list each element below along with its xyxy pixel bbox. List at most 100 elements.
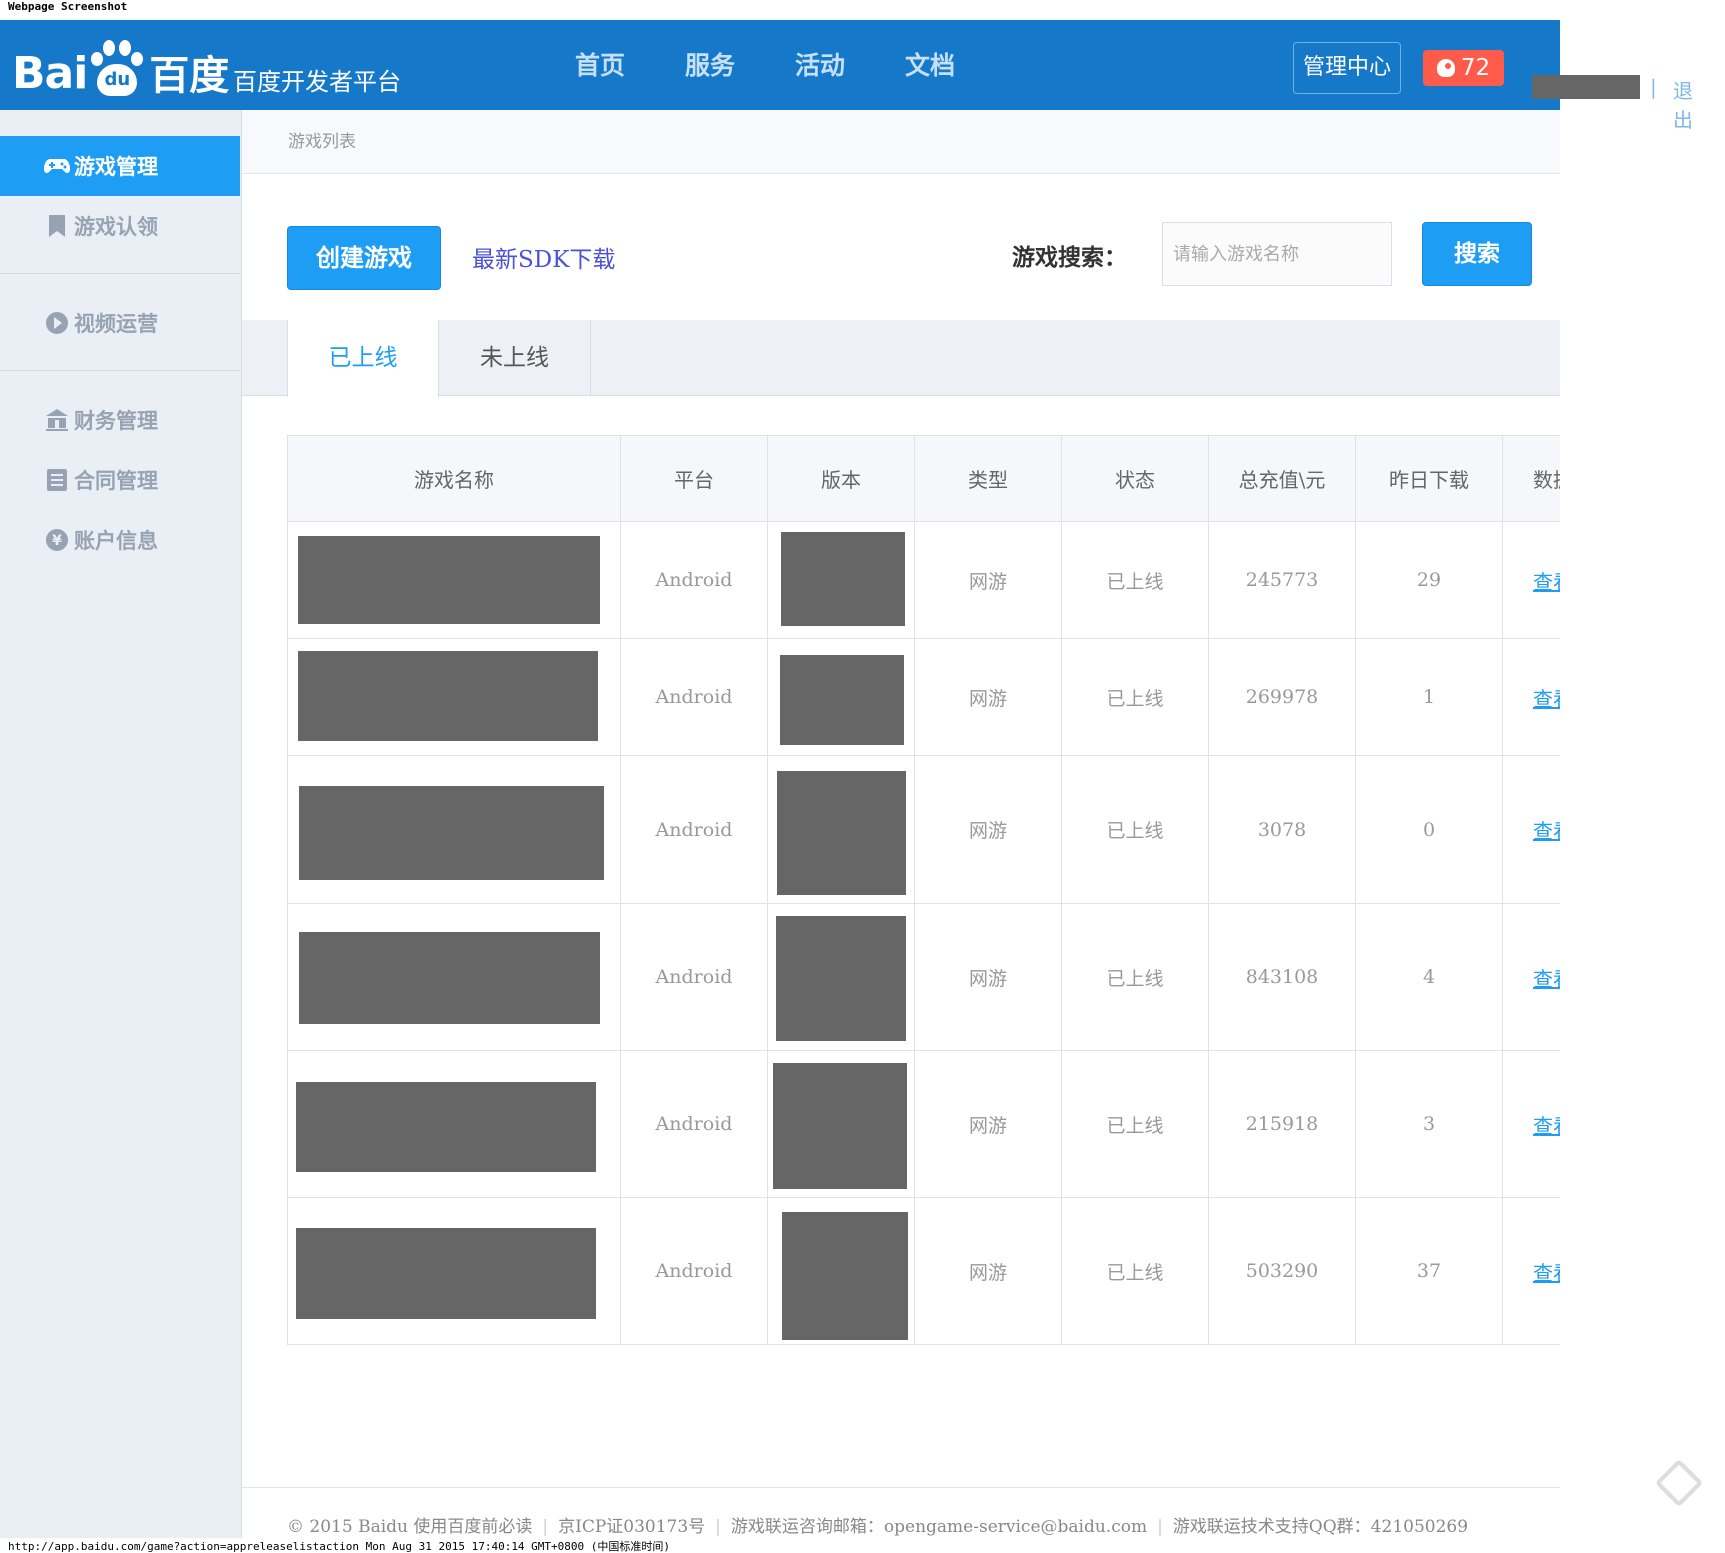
platform-cell: Android bbox=[620, 755, 768, 904]
footer-copyright[interactable]: © 2015 Baidu 使用百度前必读 bbox=[287, 1517, 532, 1537]
status-cell: 已上线 bbox=[1061, 1050, 1209, 1198]
status-cell: 已上线 bbox=[1061, 903, 1209, 1051]
view-data-link[interactable]: 查看 bbox=[1533, 687, 1560, 711]
status-cell: 已上线 bbox=[1061, 638, 1209, 756]
table-row: Android 网游 已上线 245773 29 查看 bbox=[287, 521, 1560, 639]
screenshot-url-line: http://app.baidu.com/game?action=apprele… bbox=[8, 1540, 671, 1553]
header-separator: | bbox=[1650, 75, 1657, 99]
page-footer: © 2015 Baidu 使用百度前必读 | 京ICP证030173号 | 游戏联运咨询… bbox=[242, 1487, 1560, 1538]
footer-icp[interactable]: 京ICP证030173号 bbox=[558, 1517, 705, 1537]
redacted-version bbox=[781, 532, 905, 626]
tab-online[interactable]: 已上线 bbox=[287, 320, 439, 397]
redacted-version bbox=[777, 771, 906, 895]
type-cell: 网游 bbox=[914, 638, 1062, 756]
notification-badge[interactable]: 72 bbox=[1423, 50, 1504, 86]
username-redacted bbox=[1532, 75, 1640, 99]
platform-cell: Android bbox=[620, 521, 768, 639]
view-data-link[interactable]: 查看 bbox=[1533, 819, 1560, 843]
view-data-link[interactable]: 查看 bbox=[1533, 1114, 1560, 1138]
sidebar-item-game-management[interactable]: 游戏管理 bbox=[0, 136, 240, 196]
sidebar: 游戏管理 游戏认领 视频运营 财务管理 合同管理 ¥ 账户信息 bbox=[0, 110, 242, 1538]
data-cell: 查看 bbox=[1502, 1050, 1560, 1198]
feedback-icon[interactable] bbox=[1654, 1458, 1704, 1508]
view-data-link[interactable]: 查看 bbox=[1533, 967, 1560, 991]
nav-services[interactable]: 服务 bbox=[655, 48, 765, 84]
screenshot-label: Webpage Screenshot bbox=[8, 0, 128, 13]
footer-separator: | bbox=[1157, 1517, 1163, 1537]
status-cell: 已上线 bbox=[1061, 1197, 1209, 1345]
game-table-container: 游戏名称 平台 版本 类型 状态 总充值\元 昨日下载 数据 Android 网… bbox=[287, 435, 1560, 1365]
nav-docs[interactable]: 文档 bbox=[875, 48, 985, 84]
search-button[interactable]: 搜索 bbox=[1422, 222, 1532, 286]
sidebar-item-contract[interactable]: 合同管理 bbox=[0, 450, 240, 510]
management-center-button[interactable]: 管理中心 bbox=[1293, 42, 1401, 94]
version-cell bbox=[767, 903, 915, 1051]
platform-cell: Android bbox=[620, 903, 768, 1051]
redacted-version bbox=[782, 1212, 908, 1340]
sidebar-item-game-claim[interactable]: 游戏认领 bbox=[0, 196, 240, 256]
game-name-cell bbox=[287, 1050, 621, 1198]
sdk-download-link[interactable]: 最新SDK下载 bbox=[472, 240, 615, 274]
recharge-cell: 269978 bbox=[1208, 638, 1356, 756]
sidebar-item-label: 游戏认领 bbox=[74, 214, 158, 239]
col-header-data: 数据 bbox=[1502, 435, 1560, 522]
sidebar-item-finance[interactable]: 财务管理 bbox=[0, 390, 240, 450]
table-row: Android 网游 已上线 269978 1 查看 bbox=[287, 638, 1560, 756]
recharge-cell: 245773 bbox=[1208, 521, 1356, 639]
recharge-cell: 3078 bbox=[1208, 755, 1356, 904]
game-name-cell bbox=[287, 1197, 621, 1345]
footer-qq: 游戏联运技术支持QQ群：421050269 bbox=[1172, 1517, 1469, 1537]
type-cell: 网游 bbox=[914, 755, 1062, 904]
view-data-link[interactable]: 查看 bbox=[1533, 1261, 1560, 1285]
table-header-row: 游戏名称 平台 版本 类型 状态 总充值\元 昨日下载 数据 bbox=[287, 435, 1560, 522]
recharge-cell: 503290 bbox=[1208, 1197, 1356, 1345]
redacted-game-name bbox=[299, 786, 604, 880]
col-header-name: 游戏名称 bbox=[287, 435, 621, 522]
main-content: 游戏列表 创建游戏 最新SDK下载 游戏搜索： 搜索 已上线 未上线 游戏名称 … bbox=[242, 110, 1560, 1538]
create-game-button[interactable]: 创建游戏 bbox=[287, 226, 441, 290]
logout-link[interactable]: 退出 bbox=[1673, 75, 1693, 133]
data-cell: 查看 bbox=[1502, 638, 1560, 756]
game-table: 游戏名称 平台 版本 类型 状态 总充值\元 昨日下载 数据 Android 网… bbox=[287, 435, 1560, 1345]
sidebar-item-account[interactable]: ¥ 账户信息 bbox=[0, 510, 240, 570]
tab-offline[interactable]: 未上线 bbox=[439, 320, 591, 397]
game-name-cell bbox=[287, 521, 621, 639]
nav-home[interactable]: 首页 bbox=[545, 48, 655, 84]
type-cell: 网游 bbox=[914, 903, 1062, 1051]
col-header-platform: 平台 bbox=[620, 435, 768, 522]
redacted-game-name bbox=[296, 1228, 596, 1319]
view-data-link[interactable]: 查看 bbox=[1533, 570, 1560, 594]
downloads-cell: 1 bbox=[1355, 638, 1503, 756]
sidebar-item-video-ops[interactable]: 视频运营 bbox=[0, 293, 240, 353]
data-cell: 查看 bbox=[1502, 755, 1560, 904]
bank-icon bbox=[44, 408, 70, 432]
type-cell: 网游 bbox=[914, 1050, 1062, 1198]
table-row: Android 网游 已上线 843108 4 查看 bbox=[287, 903, 1560, 1051]
redacted-game-name bbox=[298, 536, 600, 624]
svg-text:¥: ¥ bbox=[52, 533, 62, 549]
gamepad-icon bbox=[44, 154, 70, 178]
footer-text: © 2015 Baidu 使用百度前必读 | 京ICP证030173号 | 游戏联运咨询… bbox=[287, 1512, 1468, 1537]
status-cell: 已上线 bbox=[1061, 521, 1209, 639]
table-row: Android 网游 已上线 503290 37 查看 bbox=[287, 1197, 1560, 1345]
baidu-logo[interactable]: Bai du 百度 bbox=[12, 40, 229, 96]
redacted-version bbox=[780, 655, 904, 745]
search-label: 游戏搜索： bbox=[1012, 244, 1127, 271]
redacted-game-name bbox=[296, 1082, 596, 1172]
logo-latin-text: Bai bbox=[12, 48, 88, 99]
data-cell: 查看 bbox=[1502, 521, 1560, 639]
footer-separator: | bbox=[715, 1517, 721, 1537]
sidebar-item-label: 合同管理 bbox=[74, 468, 158, 493]
game-search-input[interactable] bbox=[1162, 222, 1392, 286]
footer-email: 游戏联运咨询邮箱：opengame-service@baidu.com bbox=[730, 1517, 1148, 1537]
site-name: 百度开发者平台 bbox=[233, 68, 401, 96]
downloads-cell: 4 bbox=[1355, 903, 1503, 1051]
table-row: Android 网游 已上线 215918 3 查看 bbox=[287, 1050, 1560, 1198]
downloads-cell: 37 bbox=[1355, 1197, 1503, 1345]
col-header-status: 状态 bbox=[1061, 435, 1209, 522]
redacted-version bbox=[776, 916, 906, 1041]
platform-cell: Android bbox=[620, 638, 768, 756]
table-row: Android 网游 已上线 3078 0 查看 bbox=[287, 755, 1560, 904]
top-header: Bai du 百度 百度开发者平台 首页 服务 活动 文档 管理中心 72 | … bbox=[0, 20, 1693, 132]
nav-activities[interactable]: 活动 bbox=[765, 48, 875, 84]
